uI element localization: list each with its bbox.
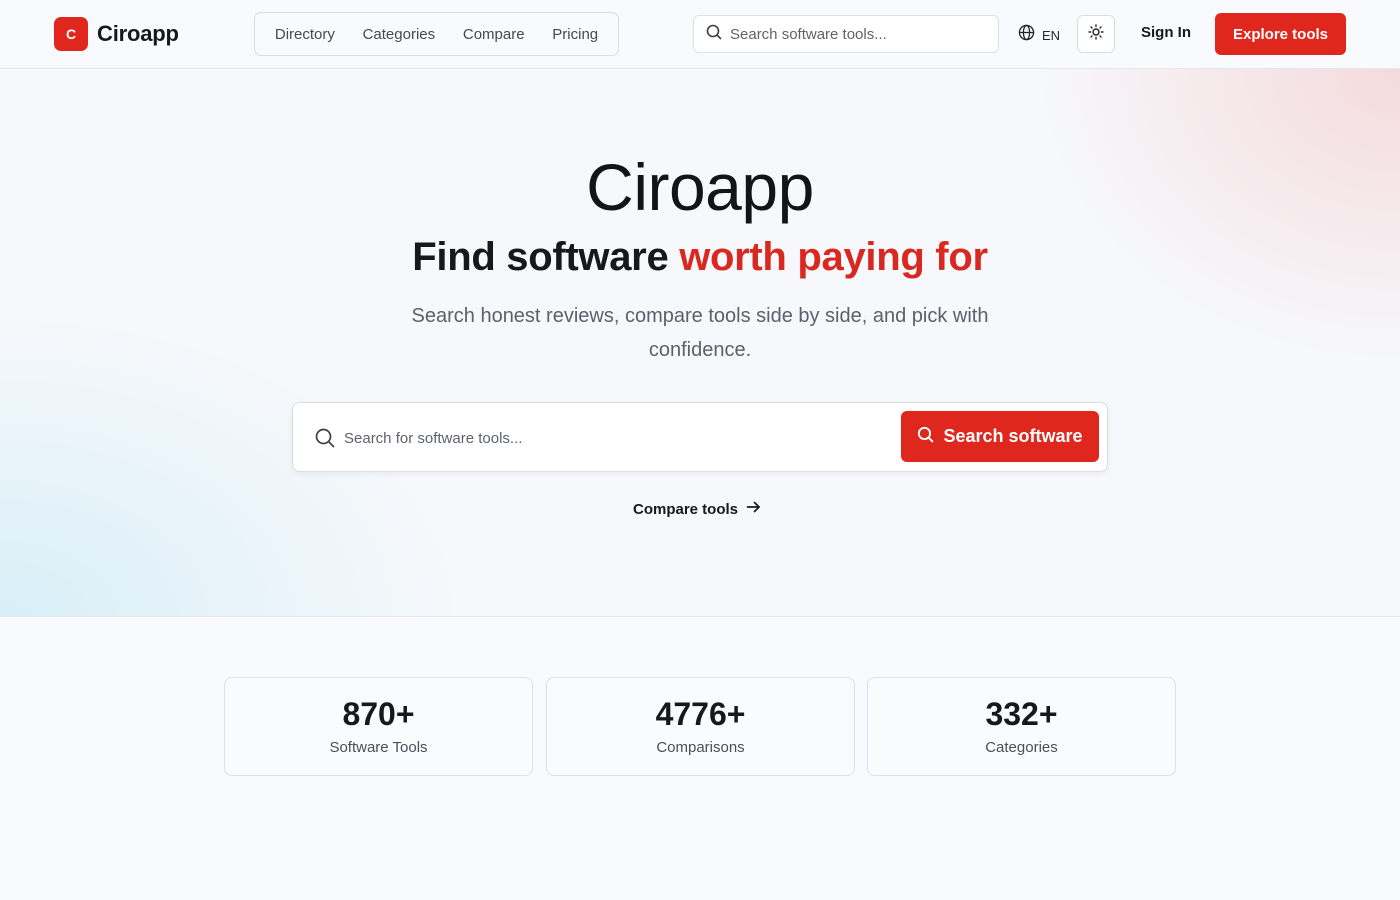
hero-description: Search honest reviews, compare tools sid… — [411, 305, 989, 361]
explore-tools-button[interactable]: Explore tools — [1215, 13, 1346, 55]
nav-item-compare[interactable]: Compare — [463, 26, 525, 43]
stat-card-categories: 332+ Categories — [867, 677, 1176, 776]
stat-label: Categories — [985, 739, 1058, 756]
search-software-button[interactable]: Search software — [901, 411, 1099, 462]
main-nav: Directory Categories Compare Pricing — [254, 12, 619, 56]
search-icon — [315, 428, 335, 453]
logo-mark: C — [54, 17, 88, 51]
hero-subtitle-plain: Find software — [412, 235, 680, 279]
nav-item-directory[interactable]: Directory — [275, 26, 335, 43]
header-search-input[interactable] — [730, 25, 980, 43]
compare-tools-link[interactable]: Compare tools — [633, 500, 761, 518]
header-search[interactable] — [693, 15, 999, 53]
stat-value: 332+ — [985, 696, 1058, 732]
stat-label: Comparisons — [656, 739, 745, 756]
stat-label: Software Tools — [329, 739, 428, 756]
stat-card-software-tools: 870+ Software Tools — [224, 677, 533, 776]
globe-icon — [1018, 24, 1035, 46]
hero-subtitle: Find software worth paying for — [0, 235, 1400, 280]
search-icon — [706, 24, 722, 45]
hero-section: Ciroapp Find software worth paying for S… — [0, 69, 1400, 617]
hero-subtitle-accent: worth paying for — [679, 235, 988, 279]
sign-in-link[interactable]: Sign In — [1141, 24, 1191, 41]
sun-icon — [1088, 23, 1104, 45]
language-selector[interactable]: EN — [1018, 24, 1060, 46]
hero-search-input[interactable] — [344, 425, 864, 451]
search-software-label: Search software — [943, 426, 1083, 446]
logo[interactable]: C Ciroapp — [54, 17, 179, 51]
stat-value: 4776+ — [655, 696, 746, 732]
nav-item-categories[interactable]: Categories — [363, 26, 436, 43]
arrow-right-icon — [746, 500, 761, 518]
hero-search-box: Search software — [292, 402, 1108, 472]
compare-tools-label: Compare tools — [633, 500, 739, 518]
hero-title: Ciroapp — [586, 150, 814, 224]
stat-card-comparisons: 4776+ Comparisons — [546, 677, 855, 776]
stat-value: 870+ — [342, 696, 415, 732]
language-label: EN — [1042, 27, 1061, 43]
theme-toggle-button[interactable] — [1077, 15, 1115, 53]
search-icon — [917, 426, 934, 448]
nav-item-pricing[interactable]: Pricing — [552, 26, 598, 43]
logo-text: Ciroapp — [97, 21, 179, 46]
top-header: C Ciroapp Directory Categories Compare P… — [0, 0, 1400, 69]
